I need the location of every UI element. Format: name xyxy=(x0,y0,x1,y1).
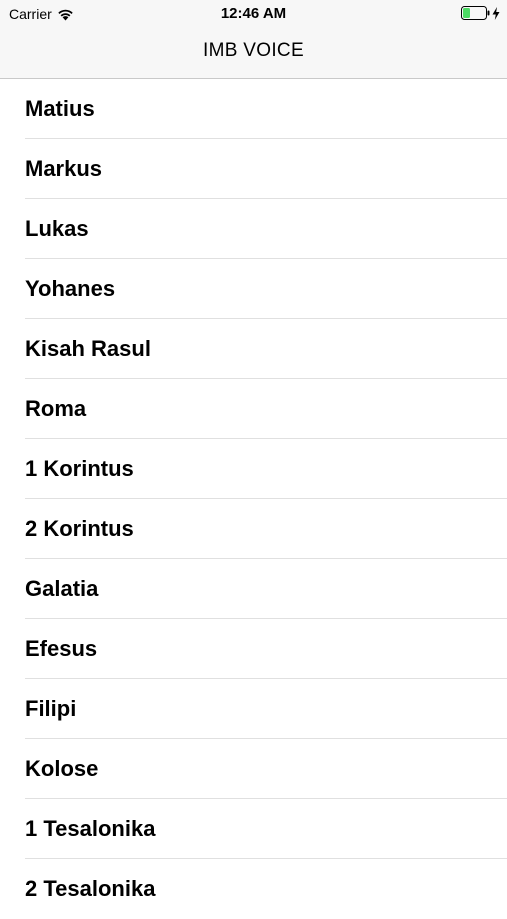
list-item-efesus[interactable]: Efesus xyxy=(25,619,507,679)
list-item-lukas[interactable]: Lukas xyxy=(25,199,507,259)
list-item-yohanes[interactable]: Yohanes xyxy=(25,259,507,319)
list-item-2-tesalonika[interactable]: 2 Tesalonika xyxy=(25,859,507,919)
list-item-kisah-rasul[interactable]: Kisah Rasul xyxy=(25,319,507,379)
page-title: IMB VOICE xyxy=(203,40,304,61)
status-time: 12:46 AM xyxy=(220,5,287,22)
list-item-markus[interactable]: Markus xyxy=(25,139,507,199)
navigation-bar: IMB VOICE xyxy=(0,27,507,79)
list-item-1-tesalonika[interactable]: 1 Tesalonika xyxy=(25,799,507,859)
list-item-kolose[interactable]: Kolose xyxy=(25,739,507,799)
list-item-1-korintus[interactable]: 1 Korintus xyxy=(25,439,507,499)
battery-indicator xyxy=(461,6,500,20)
list-item-2-korintus[interactable]: 2 Korintus xyxy=(25,499,507,559)
list-item-filipi[interactable]: Filipi xyxy=(25,679,507,739)
status-bar: Carrier 12:46 AM xyxy=(0,0,507,27)
charging-bolt-icon xyxy=(492,6,500,20)
list-item-matius[interactable]: Matius xyxy=(25,79,507,139)
battery-icon xyxy=(461,6,490,20)
book-list: Matius Markus Lukas Yohanes Kisah Rasul … xyxy=(0,79,507,919)
list-item-roma[interactable]: Roma xyxy=(25,379,507,439)
list-item-galatia[interactable]: Galatia xyxy=(25,559,507,619)
